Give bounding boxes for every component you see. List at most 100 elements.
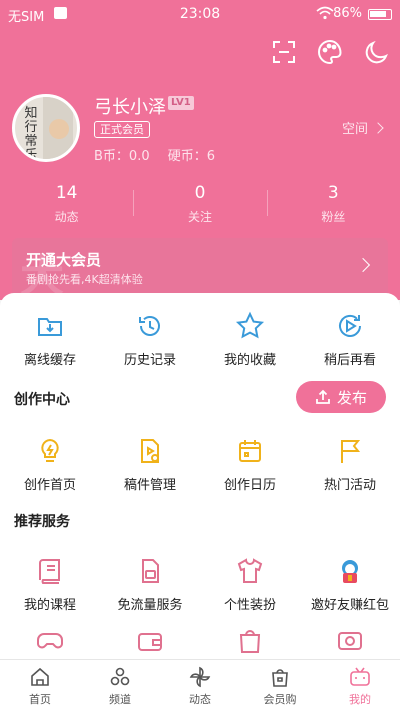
status-bar: 无SIM 23:08 86% (0, 0, 400, 28)
stat-value: 0 (194, 183, 206, 203)
quick-action-watch-later[interactable]: 稍后再看 (300, 311, 400, 391)
space-link[interactable]: 空间 (341, 118, 384, 137)
bottom-tab-bar: 首页 频道 动态 会员购 我的 (0, 659, 400, 711)
vip-title: 开通大会员 (26, 251, 102, 269)
publish-label: 发布 (336, 388, 367, 407)
coin-info: B币：0.0 硬币：6 (94, 145, 215, 164)
tab-label: 会员购 (263, 693, 297, 706)
profile-header: 无SIM 23:08 86% 知行常乐 弓长小泽 LV1 正式会员 B币：0.0… (0, 0, 400, 302)
shop-bag-icon (239, 630, 261, 653)
tab-channel[interactable]: 频道 (80, 660, 160, 711)
shopping-bag-icon (272, 669, 288, 687)
content-panel: 离线缓存 历史记录 我的收藏 稍后再看 创作中心 发布 创作首页 稿件管理 创作… (0, 293, 400, 659)
wallet-icon (138, 633, 162, 651)
service-label: 我的课程 (23, 598, 76, 613)
palette-icon[interactable] (316, 38, 344, 66)
creation-center-title: 创作中心 (14, 392, 70, 408)
service-tv[interactable] (300, 626, 400, 659)
quick-actions-row: 离线缓存 历史记录 我的收藏 稍后再看 (0, 311, 400, 391)
gamepad-icon (37, 633, 63, 649)
creation-label: 稿件管理 (123, 478, 176, 493)
services-row: 我的课程 免流量服务 个性装扮 邀好友赚红包 (0, 556, 400, 636)
chevron-right-icon (372, 121, 384, 134)
quick-action-history[interactable]: 历史记录 (100, 311, 200, 391)
service-my-courses[interactable]: 我的课程 (0, 556, 100, 636)
service-label: 免流量服务 (117, 598, 183, 613)
tshirt-icon (237, 558, 263, 583)
pinwheel-icon (189, 666, 211, 688)
creation-calendar[interactable]: 创作日历 (200, 436, 300, 516)
quick-action-favorites[interactable]: 我的收藏 (200, 311, 300, 391)
service-label: 邀好友赚红包 (310, 598, 389, 613)
stat-label: 动态 (54, 210, 79, 224)
quick-action-label: 稍后再看 (323, 353, 376, 368)
tab-member-shop[interactable]: 会员购 (240, 660, 320, 711)
sim-card-icon (142, 559, 159, 583)
tab-dynamic[interactable]: 动态 (160, 660, 240, 711)
download-folder-icon (38, 318, 62, 336)
services-row-2 (0, 626, 400, 659)
quick-action-offline-cache[interactable]: 离线缓存 (0, 311, 100, 391)
b-coin-label: B币：0.0 (94, 149, 150, 164)
night-mode-icon[interactable] (362, 38, 390, 66)
chevron-right-icon (355, 257, 371, 273)
stat-posts[interactable]: 14 动态 (0, 182, 133, 230)
course-book-icon (39, 559, 60, 584)
stat-followers[interactable]: 3 粉丝 (266, 182, 400, 230)
stat-value: 3 (327, 183, 339, 203)
avatar[interactable]: 知行常乐 (12, 94, 80, 162)
service-games[interactable] (0, 626, 100, 659)
services-title: 推荐服务 (14, 514, 70, 530)
quick-action-label: 离线缓存 (23, 353, 76, 368)
creation-activities[interactable]: 热门活动 (300, 436, 400, 516)
stat-label: 粉丝 (321, 210, 346, 224)
home-icon (31, 667, 49, 686)
stat-label: 关注 (187, 210, 212, 224)
tab-label: 动态 (189, 693, 211, 706)
tab-label: 我的 (349, 693, 371, 706)
tab-label: 频道 (109, 693, 131, 706)
creation-label: 创作日历 (223, 478, 276, 493)
stats-row: 14 动态 0 关注 3 粉丝 (0, 182, 400, 230)
vip-banner[interactable]: 大 开通大会员 番剧抢先看,4K超清体验 (12, 238, 388, 302)
quick-action-label: 我的收藏 (223, 353, 276, 368)
vip-subtitle: 番剧抢先看,4K超清体验 (26, 273, 143, 286)
battery-icon (368, 9, 392, 20)
space-link-label: 空间 (341, 122, 368, 137)
tab-home[interactable]: 首页 (0, 660, 80, 711)
quick-action-label: 历史记录 (123, 353, 176, 368)
service-shop[interactable] (200, 626, 300, 659)
tab-mine[interactable]: 我的 (320, 660, 400, 711)
creation-home[interactable]: 创作首页 (0, 436, 100, 516)
member-tag: 正式会员 (94, 121, 150, 138)
upload-icon (316, 389, 330, 404)
creation-label: 热门活动 (323, 478, 376, 493)
star-icon (235, 311, 265, 339)
channel-icon (110, 667, 130, 686)
flag-icon (341, 440, 361, 463)
avatar-calligraphy: 知行常乐 (24, 106, 38, 162)
calendar-icon (239, 440, 261, 462)
scan-icon[interactable] (270, 38, 298, 66)
publish-button[interactable]: 发布 (296, 381, 386, 413)
tab-label: 首页 (29, 693, 51, 706)
creation-row: 创作首页 稿件管理 创作日历 热门活动 (0, 436, 400, 516)
service-free-data[interactable]: 免流量服务 (100, 556, 200, 636)
service-invite-friends[interactable]: 邀好友赚红包 (300, 556, 400, 636)
username[interactable]: 弓长小泽 (94, 93, 166, 119)
wifi-icon (316, 6, 334, 24)
creation-manuscripts[interactable]: 稿件管理 (100, 436, 200, 516)
bulb-icon (41, 438, 59, 462)
watch-later-icon (339, 314, 361, 337)
manuscript-icon (141, 439, 159, 463)
history-icon (139, 316, 160, 336)
stat-following[interactable]: 0 关注 (133, 182, 266, 230)
battery-percent: 86% (333, 6, 362, 21)
coin-label: 硬币：6 (167, 149, 216, 164)
service-label: 个性装扮 (223, 598, 276, 613)
tv-mascot-icon (350, 667, 370, 686)
service-wallet[interactable] (100, 626, 200, 659)
service-dress-up[interactable]: 个性装扮 (200, 556, 300, 636)
creation-label: 创作首页 (23, 478, 76, 493)
stat-value: 14 (55, 183, 78, 203)
